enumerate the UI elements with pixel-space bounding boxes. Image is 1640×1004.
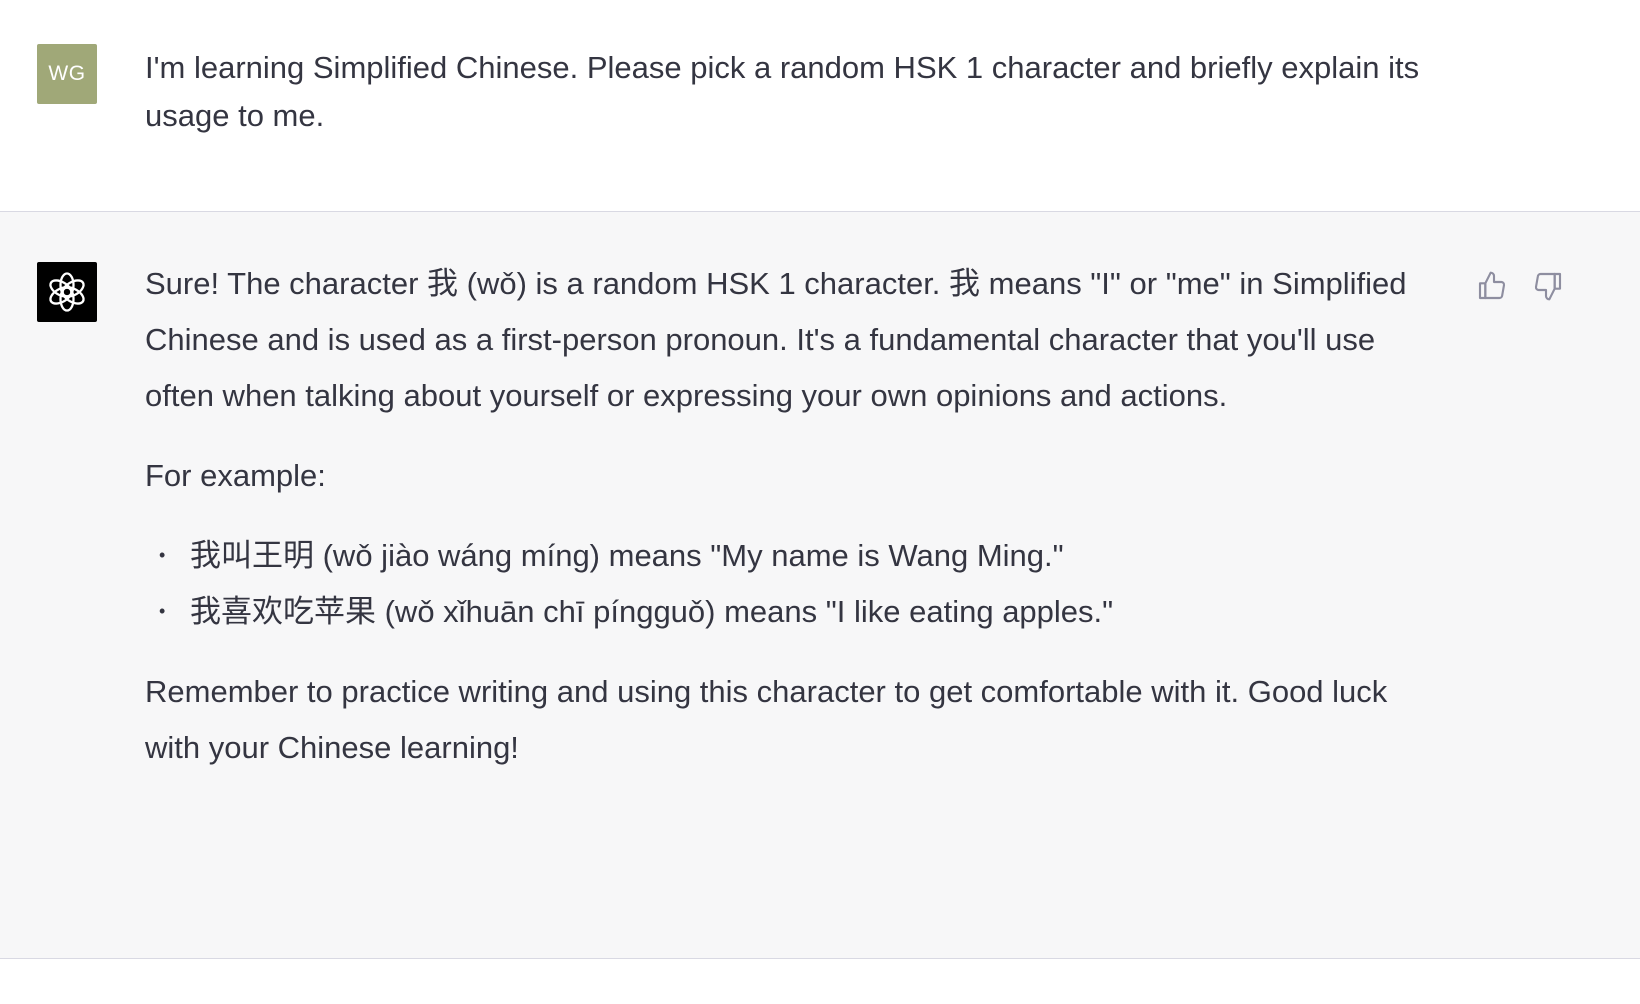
user-message-row: WG I'm learning Simplified Chinese. Plea… (0, 0, 1640, 212)
assistant-avatar (37, 262, 97, 322)
openai-logo-icon (49, 272, 85, 312)
bullet-icon: • (159, 601, 166, 621)
thumbs-down-icon (1534, 272, 1562, 301)
assistant-intro-paragraph: Sure! The character 我 (wǒ) is a random H… (145, 266, 1407, 413)
user-message-text: I'm learning Simplified Chinese. Please … (145, 50, 1420, 133)
user-avatar: WG (37, 44, 97, 104)
thumbs-down-button[interactable] (1530, 268, 1566, 304)
page-footer-space (0, 959, 1640, 1004)
example-heading: For example: (145, 458, 326, 493)
example-text: 我叫王明 (wǒ jiào wáng míng) means "My name … (190, 538, 1064, 573)
thumbs-up-icon (1478, 271, 1506, 300)
assistant-message-row: Sure! The character 我 (wǒ) is a random H… (0, 212, 1640, 959)
list-item: • 我喜欢吃苹果 (wǒ xǐhuān chī píngguǒ) means "… (145, 584, 1435, 640)
assistant-message-body: Sure! The character 我 (wǒ) is a random H… (145, 256, 1435, 776)
example-list: • 我叫王明 (wǒ jiào wáng míng) means "My nam… (145, 528, 1435, 640)
list-item: • 我叫王明 (wǒ jiào wáng míng) means "My nam… (145, 528, 1435, 584)
thumbs-up-button[interactable] (1474, 268, 1510, 304)
example-text: 我喜欢吃苹果 (wǒ xǐhuān chī píngguǒ) means "I … (190, 594, 1114, 629)
chat-page: WG I'm learning Simplified Chinese. Plea… (0, 0, 1640, 1004)
assistant-closing-paragraph: Remember to practice writing and using t… (145, 674, 1388, 765)
bullet-icon: • (159, 545, 166, 565)
